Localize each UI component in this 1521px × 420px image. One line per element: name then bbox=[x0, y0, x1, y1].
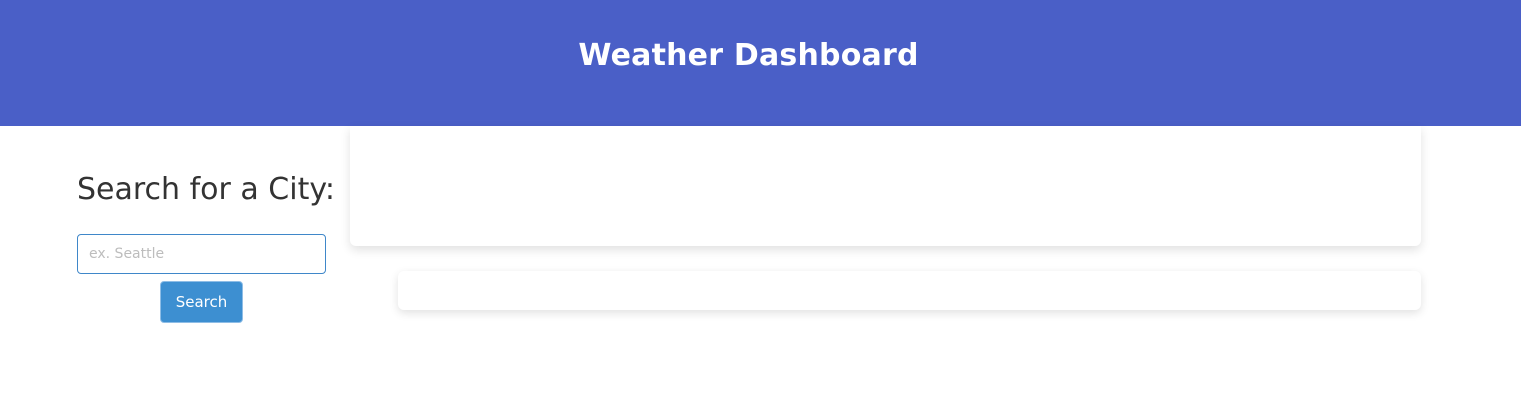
city-search-input[interactable] bbox=[77, 234, 326, 274]
search-button[interactable]: Search bbox=[160, 281, 243, 323]
header-bar: Weather Dashboard bbox=[0, 0, 1521, 126]
current-weather-card bbox=[350, 126, 1421, 246]
search-heading: Search for a City: bbox=[77, 172, 336, 207]
forecast-card bbox=[398, 271, 1421, 310]
page-title: Weather Dashboard bbox=[578, 38, 919, 73]
